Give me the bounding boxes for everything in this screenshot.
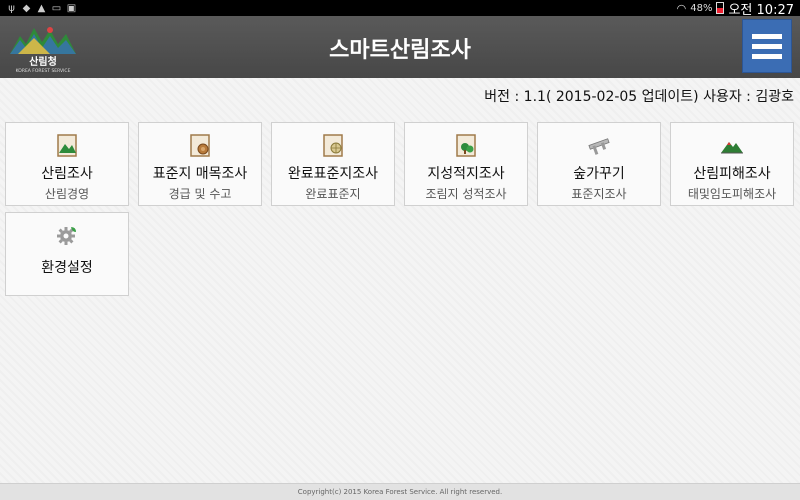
warning-icon: ▲ [37,2,46,14]
globe-clipboard-icon [323,134,343,157]
gear-icon [57,227,76,245]
tile-completed-plot-survey[interactable]: 완료표준지조사 완료표준지 [271,122,395,206]
tile-title: 산림피해조사 [693,166,771,182]
status-bar-left: ψ ◆ ▲ ▭ ▣ [0,3,77,14]
logo-subtext: KOREA FOREST SERVICE [16,68,71,74]
status-bar-right: ◠ 48% 오전 10:27 [677,0,800,18]
tile-title: 완료표준지조사 [287,166,379,182]
tile-planting-survey[interactable]: 지성적지조사 조림지 성적조사 [404,122,528,206]
tile-forest-tending[interactable]: 숲가꾸기 표준지조사 [537,122,661,206]
hamburger-icon-bar [752,43,782,49]
tile-subtitle: 태및임도피해조사 [687,187,777,201]
app-title: 스마트산림조사 [329,38,471,63]
tile-title: 지성적지조사 [427,166,505,182]
tile-title: 환경설정 [41,260,93,276]
wood-clipboard-icon [190,134,210,157]
tile-subtitle: 조림지 성적조사 [425,187,507,201]
tile-title: 표준지 매목조사 [152,166,248,182]
notification-icon: ▭ [51,2,62,14]
tile-forest-survey[interactable]: 산림조사 산림경영 [5,122,129,206]
clock: 오전 10:27 [728,2,794,18]
battery-icon [716,2,725,14]
tree-clipboard-icon [456,134,476,157]
tile-subtitle: 산림경영 [44,187,90,201]
app-header: 산림청 KOREA FOREST SERVICE 스마트산림조사 [0,16,800,78]
shopping-icon: ▣ [66,2,77,14]
tile-subtitle: 완료표준지 [305,187,361,201]
tile-forest-damage-survey[interactable]: 산림피해조사 태및임도피해조사 [670,122,794,206]
mountain-icon [721,142,743,154]
tile-title: 산림조사 [41,166,93,182]
usb-icon: ψ [8,2,15,14]
tile-standard-plot-survey[interactable]: 표준지 매목조사 경급 및 수고 [138,122,262,206]
tile-subtitle: 경급 및 수고 [168,187,232,201]
caliper-icon [588,138,610,155]
tile-title: 숲가꾸기 [573,166,625,182]
wifi-icon: ◠ [676,1,687,15]
forest-clipboard-icon [57,134,77,157]
tile-subtitle: 표준지조사 [571,187,627,201]
version-user-info: 버전 : 1.1( 2015-02-05 업데이트) 사용자 : 김광호 [484,89,794,105]
status-bar: ψ ◆ ▲ ▭ ▣ ◠ 48% 오전 10:27 [0,0,800,18]
shield-icon: ◆ [22,2,31,14]
footer-copyright: Copyright(c) 2015 Korea Forest Service. … [0,483,800,500]
tile-settings[interactable]: 환경설정 [5,212,129,296]
menu-button[interactable] [742,19,792,73]
hamburger-icon-bar [752,33,782,39]
hamburger-icon-bar [752,53,782,59]
battery-percent: 48% [690,2,713,14]
